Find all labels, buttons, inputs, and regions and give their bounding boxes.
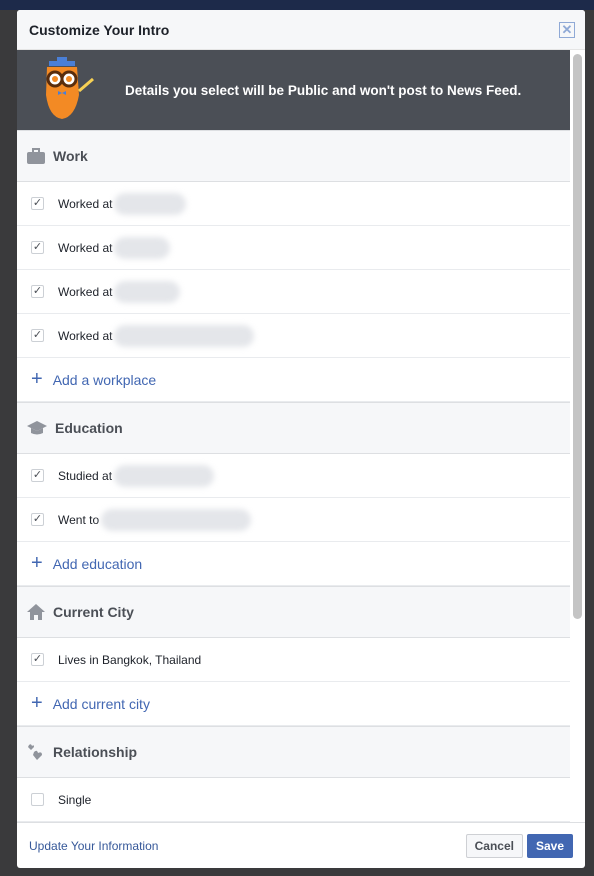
item-label: Lives in Bangkok, Thailand: [58, 652, 202, 667]
item-label: Single: [58, 792, 92, 807]
plus-icon: +: [31, 368, 43, 390]
customize-intro-dialog: Customize Your Intro ✕ Details you selec…: [17, 10, 585, 868]
home-icon: [27, 604, 45, 620]
section-education: Education: [17, 402, 570, 454]
plus-icon: +: [31, 692, 43, 714]
checkbox[interactable]: ✓: [31, 197, 44, 210]
checkbox[interactable]: [31, 793, 44, 806]
checkbox[interactable]: ✓: [31, 285, 44, 298]
item-label: Worked at: [58, 196, 113, 211]
item-label: Worked at: [58, 328, 113, 343]
plus-icon: +: [31, 552, 43, 574]
cancel-button[interactable]: Cancel: [465, 833, 523, 858]
item-label: Worked at: [58, 240, 113, 255]
item-label: Went to: [58, 512, 100, 527]
redacted-text: [101, 508, 252, 531]
checkbox[interactable]: ✓: [31, 329, 44, 342]
checkbox[interactable]: ✓: [31, 653, 44, 666]
add-label: Add education: [52, 555, 143, 572]
banner-text: Details you select will be Public and wo…: [125, 82, 522, 98]
add-current-city-link[interactable]: + Add current city: [17, 682, 570, 726]
close-icon[interactable]: ✕: [559, 22, 575, 38]
add-label: Add a workplace: [52, 371, 157, 388]
add-education-link[interactable]: + Add education: [17, 542, 570, 586]
redacted-text: [114, 192, 187, 215]
dialog-scroll-area: Details you select will be Public and wo…: [17, 50, 570, 822]
page-background: [0, 0, 594, 10]
add-label: Add current city: [52, 695, 150, 712]
public-info-banner: Details you select will be Public and wo…: [17, 50, 570, 130]
checkbox[interactable]: ✓: [31, 241, 44, 254]
section-title: Work: [53, 148, 88, 164]
scrollbar[interactable]: [573, 54, 582, 619]
owl-mascot-icon: [46, 57, 94, 119]
item-label: Worked at: [58, 284, 113, 299]
redacted-text: [114, 236, 171, 259]
work-item[interactable]: ✓ Worked at: [17, 226, 570, 270]
city-item[interactable]: ✓ Lives in Bangkok, Thailand: [17, 638, 570, 682]
relationship-item[interactable]: Single: [17, 778, 570, 822]
item-label: Studied at: [58, 468, 113, 483]
section-relationship: Relationship: [17, 726, 570, 778]
section-title: Current City: [53, 604, 134, 620]
hearts-icon: [28, 744, 42, 760]
work-item[interactable]: ✓ Worked at: [17, 270, 570, 314]
update-information-link[interactable]: Update Your Information: [29, 839, 158, 853]
section-title: Education: [55, 420, 123, 436]
save-button[interactable]: Save: [526, 833, 573, 858]
briefcase-icon: [27, 148, 45, 164]
add-workplace-link[interactable]: + Add a workplace: [17, 358, 570, 402]
work-item[interactable]: ✓ Worked at: [17, 182, 570, 226]
checkbox[interactable]: ✓: [31, 513, 44, 526]
dialog-footer: Update Your Information Cancel Save: [17, 822, 585, 868]
section-work: Work: [17, 130, 570, 182]
redacted-text: [114, 464, 215, 487]
education-item[interactable]: ✓ Studied at: [17, 454, 570, 498]
redacted-text: [114, 280, 181, 303]
dialog-header: Customize Your Intro ✕: [17, 10, 585, 50]
education-item[interactable]: ✓ Went to: [17, 498, 570, 542]
work-item[interactable]: ✓ Worked at: [17, 314, 570, 358]
checkbox[interactable]: ✓: [31, 469, 44, 482]
redacted-text: [114, 324, 255, 347]
graduation-cap-icon: [27, 421, 47, 435]
section-title: Relationship: [53, 744, 138, 760]
dialog-title: Customize Your Intro: [29, 21, 170, 38]
section-current-city: Current City: [17, 586, 570, 638]
